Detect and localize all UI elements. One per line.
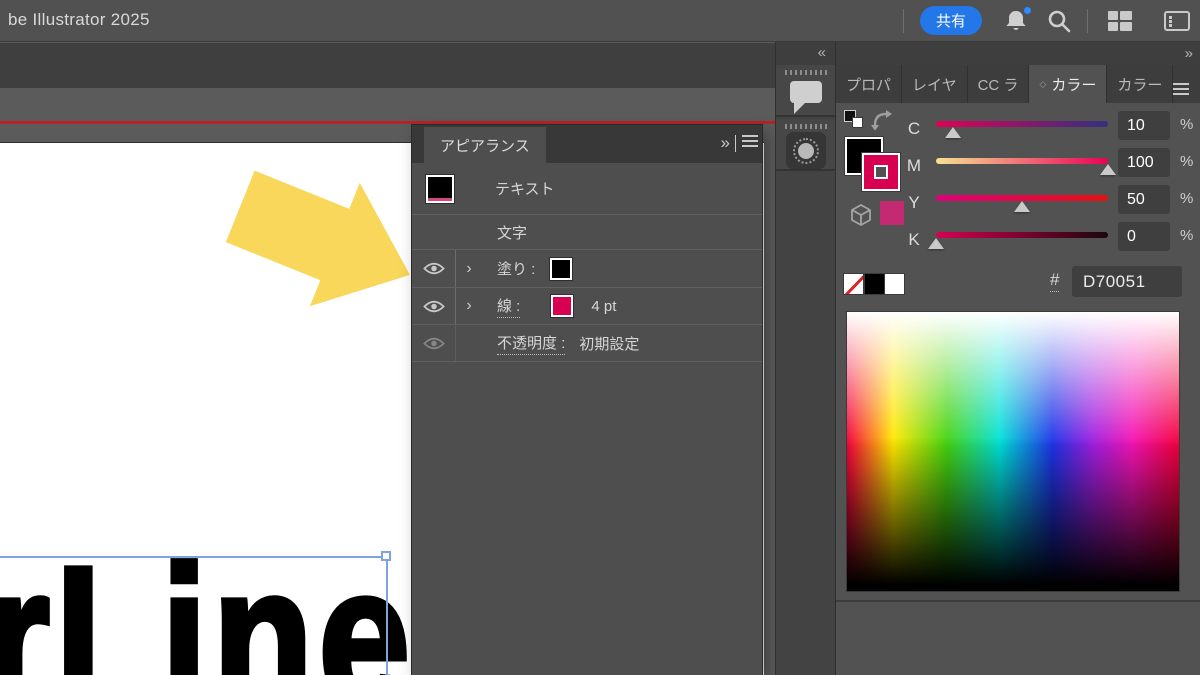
- illustrator-window: be Illustrator 2025 共有 rLine: [0, 0, 1200, 675]
- notification-badge: [1022, 5, 1033, 16]
- color-panel-body: C 10 % M 100 % Y 50 % K 0 %: [836, 103, 1200, 675]
- collapsed-panel-button[interactable]: [776, 119, 836, 171]
- slider-label: C: [902, 119, 926, 139]
- black-slider-row: K 0 %: [836, 224, 1200, 261]
- expand-dock-icon[interactable]: «: [818, 44, 824, 61]
- slider-label: K: [902, 230, 926, 250]
- drag-grip: [785, 124, 827, 129]
- appearance-row-text[interactable]: テキスト: [412, 163, 762, 215]
- hex-value-field[interactable]: D70051: [1072, 266, 1182, 297]
- panel-toggle-icon[interactable]: [1164, 11, 1190, 31]
- panel-group-header: »: [836, 42, 1200, 65]
- percent-label: %: [1180, 190, 1193, 207]
- document-header-band: [0, 43, 775, 88]
- opacity-value[interactable]: 初期設定: [579, 333, 639, 354]
- row-label: 塗り :: [497, 258, 535, 279]
- appearance-row-character[interactable]: 文字: [412, 215, 762, 250]
- slider-label: M: [902, 156, 926, 176]
- dial-icon: [786, 132, 826, 169]
- slider-label: Y: [902, 193, 926, 213]
- fill-swatch[interactable]: [549, 257, 573, 281]
- slider-thumb[interactable]: [1014, 201, 1030, 212]
- tab-color[interactable]: ◇ カラー: [1029, 65, 1106, 103]
- panel-menu-icon[interactable]: [742, 135, 758, 137]
- slider-value-field[interactable]: 100: [1118, 148, 1170, 177]
- expand-chevron-icon[interactable]: ›: [456, 260, 482, 278]
- tab-cc-libraries[interactable]: CC ラ: [968, 65, 1030, 103]
- row-label[interactable]: 不透明度 :: [497, 332, 565, 355]
- black-swatch[interactable]: [864, 273, 885, 295]
- panel-dock: «: [775, 42, 835, 675]
- color-spectrum[interactable]: [846, 311, 1180, 592]
- tab-layers[interactable]: レイヤ: [902, 65, 968, 103]
- red-guide-line: [0, 121, 775, 124]
- drag-grip: [785, 70, 827, 75]
- slider-track[interactable]: [936, 158, 1108, 164]
- appearance-row-opacity[interactable]: 不透明度 : 初期設定: [412, 325, 762, 362]
- selection-handle[interactable]: [381, 551, 391, 561]
- selection-bound-right: [386, 556, 388, 675]
- appearance-panel: アピアランス » テキスト 文字 › 塗り :: [412, 125, 762, 675]
- title-bar: be Illustrator 2025 共有: [0, 0, 1200, 42]
- comments-panel-button[interactable]: [776, 65, 836, 117]
- appearance-row-fill[interactable]: › 塗り :: [412, 250, 762, 288]
- tab-properties[interactable]: プロパ: [836, 65, 902, 103]
- percent-label: %: [1180, 227, 1193, 244]
- row-label[interactable]: 線 :: [497, 295, 520, 318]
- tab-color-guide[interactable]: カラー: [1106, 65, 1173, 103]
- slider-track[interactable]: [936, 121, 1108, 127]
- panel-menu-icon[interactable]: [1173, 83, 1189, 85]
- visibility-eye-icon[interactable]: [412, 288, 456, 324]
- header-separator: [735, 135, 736, 152]
- canvas-text-object[interactable]: rLine: [0, 538, 416, 675]
- slider-track[interactable]: [936, 232, 1108, 238]
- slider-thumb[interactable]: [928, 238, 944, 249]
- slider-value-field[interactable]: 0: [1118, 222, 1170, 251]
- slider-thumb[interactable]: [1100, 164, 1116, 175]
- selection-bound-top: [0, 556, 387, 558]
- comment-bubble-icon: [790, 81, 822, 103]
- app-title: be Illustrator 2025: [8, 10, 150, 30]
- collapse-panels-icon[interactable]: »: [1185, 45, 1191, 62]
- slider-thumb[interactable]: [945, 127, 961, 138]
- cyan-slider-row: C 10 %: [836, 113, 1200, 150]
- tab-label: カラー: [1051, 74, 1096, 95]
- row-label: 文字: [497, 222, 527, 243]
- slider-value-field[interactable]: 10: [1118, 111, 1170, 140]
- magenta-slider-row: M 100 %: [836, 150, 1200, 187]
- visibility-eye-icon[interactable]: [412, 325, 456, 361]
- search-icon[interactable]: [1046, 8, 1072, 34]
- appearance-tab[interactable]: アピアランス: [424, 127, 546, 163]
- appearance-panel-tabbar: アピアランス »: [412, 125, 762, 163]
- row-label: テキスト: [495, 178, 555, 199]
- none-swatch[interactable]: [843, 273, 864, 295]
- panel-divider: [836, 600, 1200, 602]
- tab-gadget-icon: ◇: [1039, 79, 1046, 90]
- share-button[interactable]: 共有: [920, 6, 982, 35]
- dock-header: «: [776, 42, 836, 65]
- titlebar-divider: [1087, 9, 1088, 33]
- stroke-weight[interactable]: 4 pt: [591, 298, 616, 315]
- collapse-to-icons-icon[interactable]: »: [721, 133, 728, 153]
- yellow-slider-row: Y 50 %: [836, 187, 1200, 224]
- slider-value-field[interactable]: 50: [1118, 185, 1170, 214]
- white-swatch[interactable]: [884, 273, 905, 295]
- percent-label: %: [1180, 153, 1193, 170]
- stroke-swatch[interactable]: [550, 294, 574, 318]
- panel-tabbar: プロパ レイヤ CC ラ ◇ カラー カラー: [836, 65, 1200, 103]
- titlebar-divider: [903, 9, 904, 33]
- percent-label: %: [1180, 116, 1193, 133]
- visibility-eye-icon[interactable]: [412, 250, 456, 287]
- hex-hash-label: #: [1050, 270, 1059, 292]
- appearance-row-stroke[interactable]: › 線 : 4 pt: [412, 288, 762, 325]
- text-style-thumbnail: [425, 174, 455, 204]
- workspace-switcher-icon[interactable]: [1108, 11, 1132, 31]
- right-panel-group: » プロパ レイヤ CC ラ ◇ カラー カラー: [835, 42, 1200, 675]
- expand-chevron-icon[interactable]: ›: [456, 297, 482, 315]
